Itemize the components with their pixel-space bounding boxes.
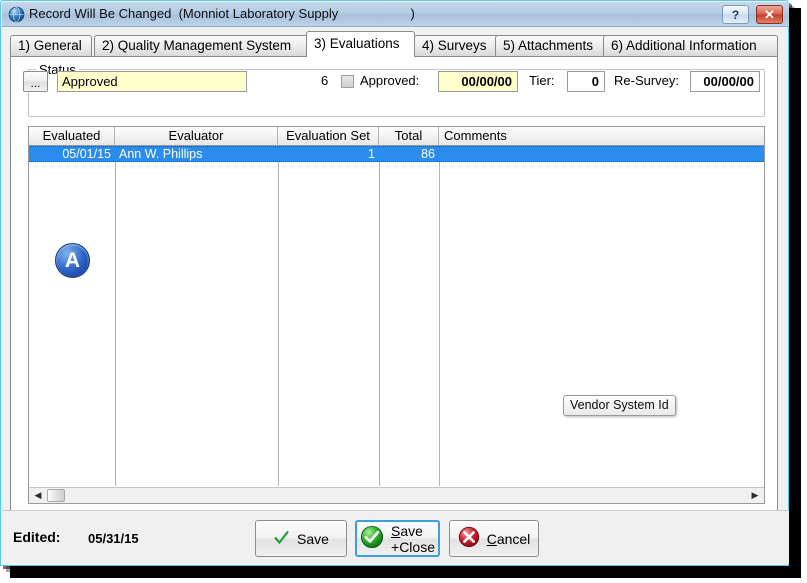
tier-value-field[interactable]: 0 [567,71,605,92]
dialog-footer: Edited: 05/31/15 Save [2,510,789,564]
cell-total: 86 [379,147,439,162]
column-header-total[interactable]: Total [379,127,439,145]
approved-checkbox[interactable] [341,75,354,88]
column-header-evaluator[interactable]: Evaluator [115,127,278,145]
cell-evaluator: Ann W. Phillips [115,147,278,162]
application-window: Record Will Be Changed (Monniot Laborato… [0,0,807,583]
cancel-label: Cancel [487,531,531,547]
vendor-system-id-tooltip: Vendor System Id [563,395,676,416]
save-label: Save [297,531,329,547]
save-and-close-button[interactable]: Save +Close [355,520,440,557]
cell-evaluation-set: 1 [278,147,379,162]
badge-a-marker[interactable]: A [55,243,90,278]
scroll-left-arrow-icon[interactable]: ◀ [30,488,46,503]
tab-additional-information[interactable]: 6) Additional Information [603,35,778,57]
help-button[interactable]: ? [722,5,749,24]
green-check-circle-icon [360,525,384,552]
evaluations-grid[interactable]: Evaluated Evaluator Evaluation Set Total… [28,126,765,504]
cell-comments [439,147,764,162]
edited-date: 05/31/15 [88,531,139,546]
approved-date-field[interactable]: 00/00/00 [438,71,518,92]
tab-general[interactable]: 1) General [10,35,92,57]
globe-icon [8,6,25,23]
resurvey-label: Re-Survey: [614,73,679,88]
save-and-close-label: Save +Close [391,523,435,555]
dialog-window: Record Will Be Changed (Monniot Laborato… [0,0,789,566]
window-shadow-right [789,8,801,574]
approved-label: Approved: [360,73,419,88]
status-lookup-button[interactable]: ... [23,71,48,92]
tab-attachments[interactable]: 5) Attachments [495,35,610,57]
tab-evaluations[interactable]: 3) Evaluations [306,31,415,57]
tier-label: Tier: [529,73,555,88]
close-button[interactable]: ✕ [756,5,783,24]
tab-quality-management[interactable]: 2) Quality Management System [94,35,313,57]
table-row[interactable]: 05/01/15 Ann W. Phillips 1 86 [29,146,764,162]
column-header-evaluated[interactable]: Evaluated [29,127,115,145]
save-button[interactable]: Save [255,520,347,557]
window-title: Record Will Be Changed (Monniot Laborato… [29,6,415,21]
status-count-label: 6 [321,73,328,88]
edited-label: Edited: [13,529,60,545]
scroll-right-arrow-icon[interactable]: ▶ [747,488,763,503]
red-x-circle-icon [458,526,480,551]
tab-strip: 1) General 2) Quality Management System … [10,32,778,57]
check-icon [273,529,290,549]
grid-header-row: Evaluated Evaluator Evaluation Set Total… [29,127,764,146]
resurvey-date-field[interactable]: 00/00/00 [690,71,760,92]
cell-evaluated: 05/01/15 [29,147,115,162]
tab-surveys[interactable]: 4) Surveys [414,35,502,57]
cancel-button[interactable]: Cancel [449,520,539,557]
title-bar: Record Will Be Changed (Monniot Laborato… [2,2,789,27]
scrollbar-thumb[interactable] [47,489,65,502]
evaluations-tab-page: Status ... Approved 6 Approved: 00/00/00… [10,56,778,511]
grid-horizontal-scrollbar[interactable]: ◀ ▶ [29,487,764,503]
column-header-evaluation-set[interactable]: Evaluation Set [278,127,379,145]
column-header-comments[interactable]: Comments [439,127,764,145]
window-shadow-bottom [10,566,801,578]
status-value-field[interactable]: Approved [57,71,247,92]
